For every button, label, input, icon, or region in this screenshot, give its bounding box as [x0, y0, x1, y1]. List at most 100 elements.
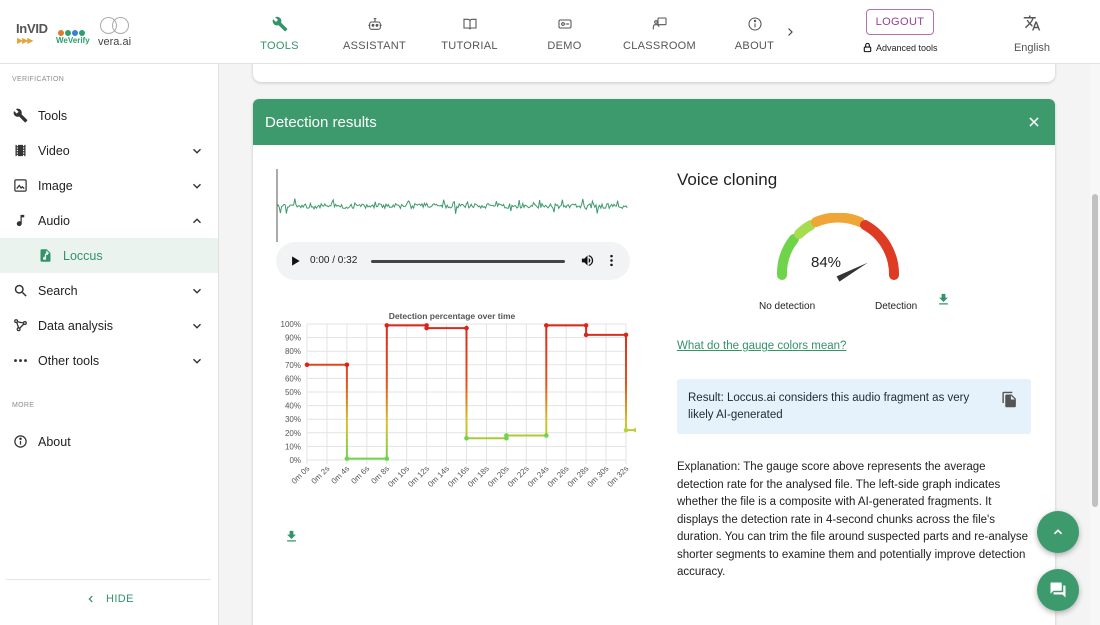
copy-icon[interactable] [1001, 391, 1019, 409]
gauge-colors-link[interactable]: What do the gauge colors mean? [677, 340, 846, 352]
network-icon [12, 318, 28, 334]
gauge-segment-orange [811, 213, 865, 227]
chat-button[interactable] [1037, 569, 1079, 611]
chart-x-tick-label: 0m 6s [349, 464, 371, 486]
download-chart-icon[interactable] [284, 529, 300, 545]
nav-classroom[interactable]: CLASSROOM [612, 0, 707, 64]
nav-tools[interactable]: TOOLS [232, 0, 327, 64]
sidebar-item-label: About [38, 434, 71, 449]
gauge-high-label: Detection [875, 301, 918, 312]
chart-x-tick-label: 0m 32s [605, 464, 630, 489]
chart-y-tick-label: 70% [285, 361, 301, 370]
sidebar-item-label: Image [38, 178, 73, 193]
result-alert: Result: Loccus.ai considers this audio f… [677, 379, 1031, 434]
advanced-tools[interactable]: Advanced tools [862, 42, 938, 53]
chart-point [464, 435, 469, 441]
hide-sidebar-button[interactable]: HIDE [86, 593, 134, 605]
sidebar-divider [6, 579, 211, 580]
sidebar-item-label: Video [38, 143, 70, 158]
scroll-to-top-button[interactable] [1037, 511, 1079, 553]
hide-label: HIDE [106, 593, 134, 605]
chart-y-tick-label: 20% [285, 429, 301, 438]
film-icon [12, 143, 28, 159]
vera-logo: vera.ai [98, 36, 132, 48]
chart-point [544, 323, 549, 328]
result-text: Result: Loccus.ai considers this audio f… [688, 392, 970, 421]
gauge-needle [836, 262, 868, 282]
chart-point [583, 332, 589, 338]
sidebar-item-tools[interactable]: Tools [0, 98, 218, 133]
chevron-down-icon [190, 354, 204, 368]
nav-assistant[interactable]: ASSISTANT [327, 0, 422, 64]
sidebar-item-other-tools[interactable]: Other tools [0, 343, 218, 378]
gauge-segment-light-green [794, 220, 816, 239]
chart-y-tick-label: 10% [285, 442, 301, 451]
sidebar-section-more: MORE [12, 402, 35, 409]
results-title: Detection results [265, 113, 377, 131]
chart-y-tick-label: 90% [285, 334, 301, 343]
logout-button[interactable]: LOGOUT [866, 9, 934, 35]
chart-point [504, 433, 509, 438]
robot-icon [366, 15, 384, 33]
volume-icon[interactable] [580, 253, 596, 269]
sidebar-item-label: Data analysis [38, 318, 114, 333]
sidebar-section-verification: VERIFICATION [12, 76, 65, 83]
weverify-logo: WeVerify [56, 36, 90, 45]
nav-about-label: ABOUT [734, 40, 775, 52]
sidebar-item-loccus[interactable]: Loccus [0, 238, 218, 273]
audio-waveform[interactable] [276, 169, 631, 242]
chart-y-tick-label: 40% [285, 402, 301, 411]
chart-y-tick-label: 50% [285, 388, 301, 397]
nav-scroll-right-icon[interactable] [780, 22, 800, 42]
sidebar-item-data-analysis[interactable]: Data analysis [0, 308, 218, 343]
nav-tutorial[interactable]: TUTORIAL [422, 0, 517, 64]
image-icon [12, 178, 28, 194]
chart-point [344, 456, 350, 461]
download-gauge-icon[interactable] [936, 292, 952, 308]
chevron-left-icon [86, 594, 96, 604]
page-scrollbar-thumb[interactable] [1092, 194, 1098, 507]
play-icon[interactable] [288, 254, 302, 268]
more-dots-icon [12, 353, 28, 369]
video-icon [556, 15, 574, 33]
wrench-icon [271, 15, 289, 33]
chevron-up-icon [190, 214, 204, 228]
chart-y-tick-label: 0% [289, 456, 301, 465]
chart-point [464, 325, 469, 331]
sidebar-item-video[interactable]: Video [0, 133, 218, 168]
sidebar-item-audio[interactable]: Audio [0, 203, 218, 238]
more-vert-icon[interactable] [604, 253, 620, 269]
audio-player[interactable]: 0:00 / 0:32 [276, 242, 630, 280]
chart-point [633, 427, 636, 433]
nav-demo-label: DEMO [547, 40, 582, 52]
sidebar-item-about[interactable]: About [0, 424, 218, 459]
chart-point [344, 362, 350, 368]
chat-icon [1049, 581, 1067, 599]
nav-tools-label: TOOLS [260, 40, 299, 52]
chart-point [384, 456, 390, 461]
app-logo[interactable]: InVID ▶▶▶ WeVerify vera.ai [14, 14, 139, 50]
close-icon[interactable] [1025, 113, 1043, 131]
chart-point [304, 362, 310, 368]
language-selector[interactable]: English [1008, 14, 1056, 54]
sidebar-item-search[interactable]: Search [0, 273, 218, 308]
invid-logo-triangles: ▶▶▶ [17, 36, 34, 45]
vera-logo-icon [100, 17, 134, 35]
chevron-down-icon [190, 144, 204, 158]
gauge-segment-red [860, 220, 900, 280]
invid-logo: InVID [16, 21, 48, 36]
sidebar-item-label: Search [38, 283, 78, 298]
gauge-low-label: No detection [759, 301, 816, 312]
nav-demo[interactable]: DEMO [517, 0, 612, 64]
chart-y-tick-label: 30% [285, 415, 301, 424]
explanation-text: Explanation: The gauge score above repre… [677, 461, 1028, 578]
detection-results-card: Detection results 0:00 / 0:32 Detection … [253, 99, 1055, 625]
chart-point [623, 427, 629, 433]
music-note-icon [12, 213, 28, 229]
chart-point [623, 332, 629, 338]
sidebar-item-image[interactable]: Image [0, 168, 218, 203]
chart-x-tick-label: 0m 2s [310, 464, 332, 486]
player-progress-bar[interactable] [371, 260, 565, 263]
chart-x-tick-label: 0m 4s [330, 464, 352, 486]
classroom-icon [651, 15, 669, 33]
